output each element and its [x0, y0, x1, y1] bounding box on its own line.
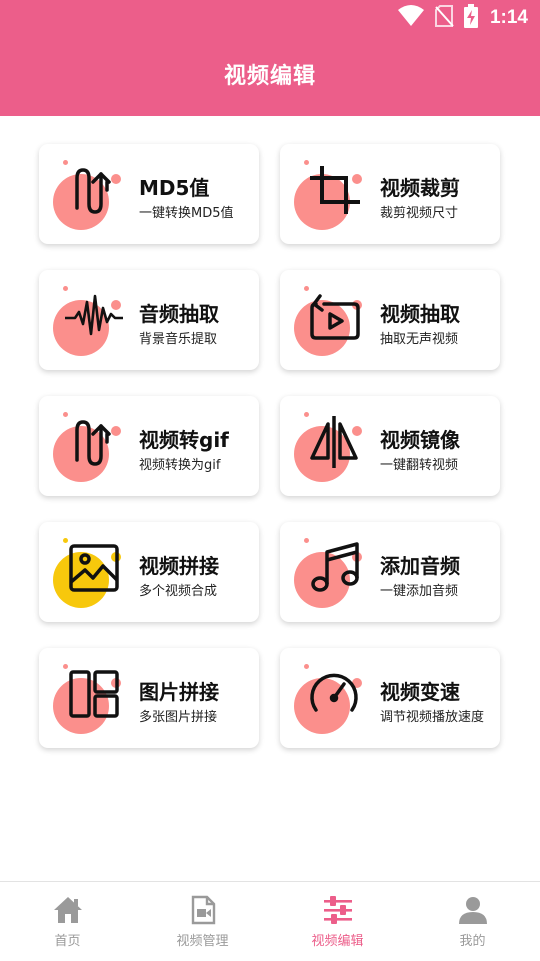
- tool-card-video-to-gif[interactable]: 视频转gif 视频转换为gif: [39, 396, 259, 496]
- tool-title: 视频拼接: [139, 554, 219, 578]
- tool-title: 视频裁剪: [380, 176, 460, 200]
- tab-label: 视频编辑: [311, 934, 364, 949]
- video-file-icon: [187, 894, 219, 926]
- tool-card-video-crop[interactable]: 视频裁剪 裁剪视频尺寸: [280, 144, 500, 244]
- tool-subtitle: 抽取无声视频: [380, 332, 459, 347]
- md5-hash-icon: [63, 160, 123, 220]
- sliders-icon: [322, 894, 354, 926]
- image-frame-icon: [63, 538, 123, 598]
- tool-title: 视频镜像: [380, 428, 460, 452]
- tool-card-add-audio[interactable]: 添加音频 一键添加音频: [280, 522, 500, 622]
- tool-card-md5[interactable]: MD5值 一键转换MD5值: [39, 144, 259, 244]
- tool-card-video-extract[interactable]: 视频抽取 抽取无声视频: [280, 270, 500, 370]
- music-note-icon: [304, 538, 364, 598]
- tab-label: 视频管理: [176, 934, 229, 949]
- tool-card-video-mirror[interactable]: 视频镜像 一键翻转视频: [280, 396, 500, 496]
- bottom-tab-bar: 首页 视频管理 视频编辑 我的: [0, 881, 540, 961]
- tool-title: 添加音频: [380, 554, 460, 578]
- tab-video-edit[interactable]: 视频编辑: [270, 882, 405, 961]
- tool-subtitle: 调节视频播放速度: [380, 710, 485, 725]
- tool-subtitle: 一键转换MD5值: [139, 206, 234, 221]
- tool-subtitle: 视频转换为gif: [139, 458, 221, 473]
- tool-subtitle: 背景音乐提取: [139, 332, 218, 347]
- tool-title: 音频抽取: [139, 302, 219, 326]
- tool-grid: MD5值 一键转换MD5值 视频裁剪 裁剪视频尺寸 音频抽取 背景音乐提取 视频…: [0, 0, 540, 960]
- collage-layout-icon: [63, 664, 123, 724]
- tool-card-video-speed[interactable]: 视频变速 调节视频播放速度: [280, 648, 500, 748]
- tool-card-audio-extract[interactable]: 音频抽取 背景音乐提取: [39, 270, 259, 370]
- tab-label: 首页: [54, 934, 81, 949]
- tool-subtitle: 一键添加音频: [380, 584, 459, 599]
- tab-profile[interactable]: 我的: [405, 882, 540, 961]
- tool-subtitle: 多个视频合成: [139, 584, 218, 599]
- tab-label: 我的: [459, 934, 486, 949]
- tool-card-image-merge[interactable]: 图片拼接 多张图片拼接: [39, 648, 259, 748]
- tool-card-video-merge[interactable]: 视频拼接 多个视频合成: [39, 522, 259, 622]
- tool-title: 图片拼接: [139, 680, 219, 704]
- tool-subtitle: 裁剪视频尺寸: [380, 206, 459, 221]
- tool-title: 视频变速: [380, 680, 460, 704]
- tool-subtitle: 多张图片拼接: [139, 710, 218, 725]
- gif-convert-icon: [63, 412, 123, 472]
- waveform-icon: [63, 286, 123, 346]
- video-replay-icon: [304, 286, 364, 346]
- tool-title: 视频转gif: [139, 428, 229, 452]
- speedometer-icon: [304, 664, 364, 724]
- tool-subtitle: 一键翻转视频: [380, 458, 459, 473]
- tool-title: MD5值: [139, 176, 210, 200]
- tool-title: 视频抽取: [380, 302, 460, 326]
- home-icon: [52, 894, 84, 926]
- tab-home[interactable]: 首页: [0, 882, 135, 961]
- flip-mirror-icon: [304, 412, 364, 472]
- user-icon: [457, 894, 489, 926]
- crop-icon: [304, 160, 364, 220]
- tab-video-manage[interactable]: 视频管理: [135, 882, 270, 961]
